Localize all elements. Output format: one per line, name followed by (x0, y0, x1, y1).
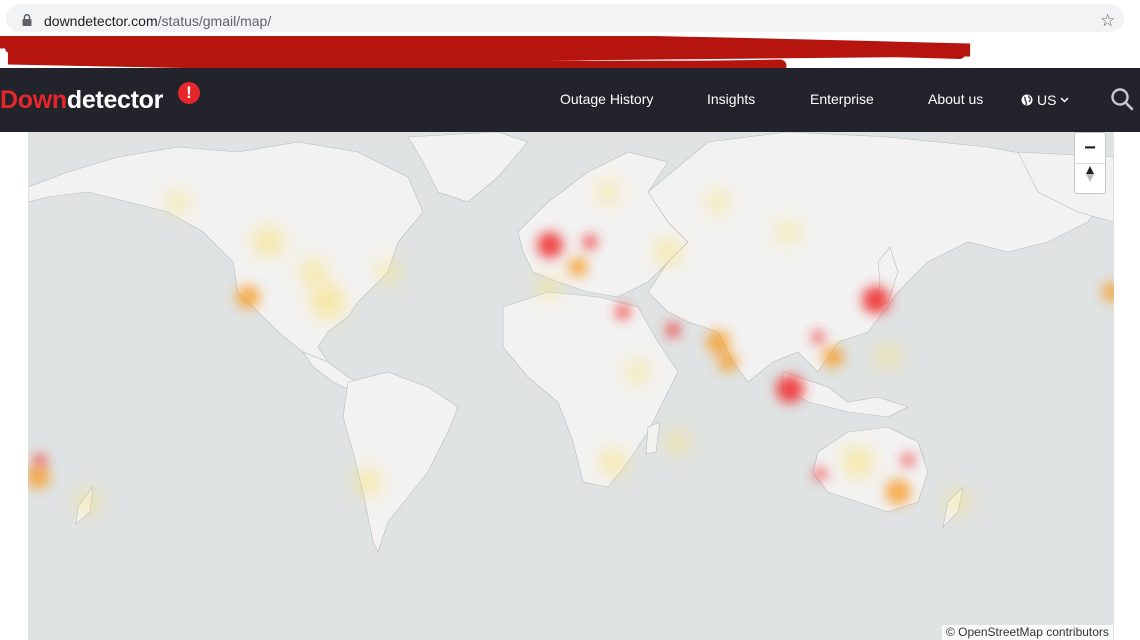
nav-outage-history[interactable]: Outage History (560, 91, 653, 107)
logo-alert-icon: ! (178, 82, 200, 104)
url-domain: downdetector.com (44, 13, 158, 29)
region-selector[interactable]: US (1021, 92, 1069, 108)
bookmarks-bar-redacted (0, 36, 1140, 68)
logo-detector: detector (66, 86, 164, 114)
url-path: /status/gmail/map/ (157, 13, 272, 29)
chevron-down-icon (1060, 97, 1069, 103)
map-attribution[interactable]: © OpenStreetMap contributors (942, 625, 1113, 640)
url-bar[interactable]: downdetector.com/status/gmail/map/ ☆ (6, 4, 1124, 32)
lock-icon (22, 14, 32, 26)
downdetector-logo[interactable]: Downdetector (0, 86, 163, 115)
globe-icon (1021, 94, 1033, 106)
outage-map[interactable] (28, 132, 1114, 640)
bookmark-star-icon[interactable]: ☆ (1100, 11, 1115, 31)
redaction-scribble (0, 36, 971, 68)
nav-about-us[interactable]: About us (928, 91, 983, 107)
region-label: US (1037, 92, 1057, 108)
map-zoom-controls: − (1074, 132, 1106, 194)
world-map-svg (28, 132, 1114, 640)
compass-arrow-icon (1086, 166, 1094, 182)
logo-down: Down (0, 86, 67, 114)
page-margin-left (0, 132, 28, 640)
nav-insights[interactable]: Insights (707, 91, 755, 107)
site-header: Downdetector ! Outage History Insights E… (0, 68, 1140, 132)
search-icon[interactable] (1110, 87, 1134, 111)
browser-address-bar: downdetector.com/status/gmail/map/ ☆ (0, 0, 1140, 36)
zoom-out-button[interactable]: − (1075, 133, 1105, 164)
nav-enterprise[interactable]: Enterprise (810, 91, 874, 107)
page-margin-right (1114, 132, 1140, 640)
reset-north-button[interactable] (1075, 164, 1105, 193)
url-text: downdetector.com/status/gmail/map/ (44, 13, 271, 29)
